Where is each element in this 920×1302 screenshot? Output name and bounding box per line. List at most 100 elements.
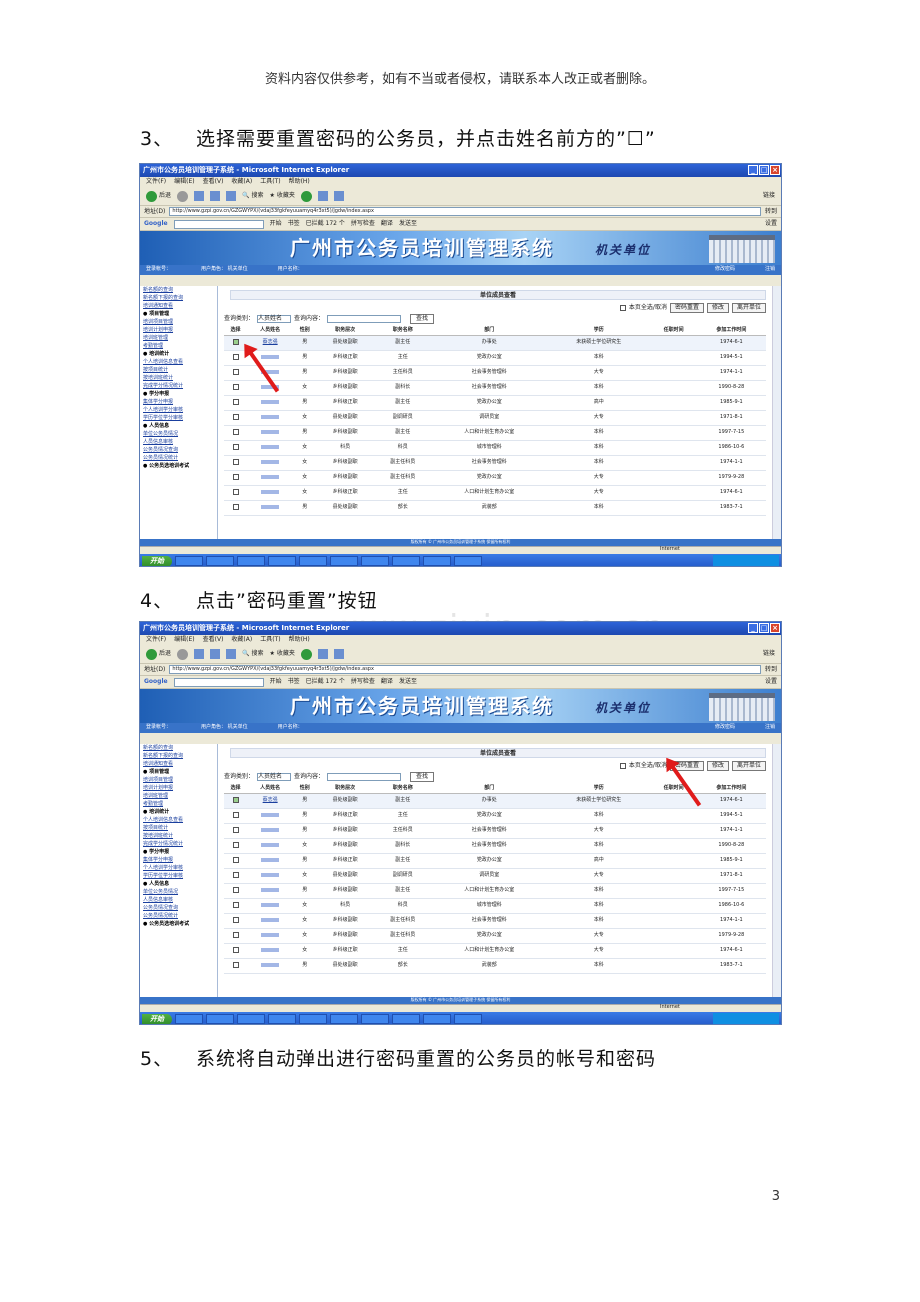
taskbar-item[interactable] [361,556,389,566]
refresh-icon[interactable] [210,649,221,659]
google-sendto[interactable]: 发送至 [399,221,417,227]
vertical-scrollbar[interactable] [772,744,781,997]
close-icon[interactable]: × [770,165,780,175]
person-name-link[interactable] [247,928,294,944]
person-name-link[interactable] [247,808,294,824]
google-popup-blocked[interactable]: 已拦截 172 个 [306,221,345,227]
row-checkbox[interactable] [232,931,239,938]
row-checkbox[interactable] [232,796,239,803]
person-name-link[interactable] [247,868,294,884]
back-button[interactable]: 后退 [146,190,171,202]
taskbar-item[interactable] [268,1014,296,1024]
home-icon[interactable] [226,649,237,659]
address-input[interactable]: http://www.gzpi.gov.cn/GZGWYPX/(vdaj33fg… [169,665,761,674]
maximize-icon[interactable]: □ [759,165,769,175]
search-button[interactable]: 🔍 搜索 [242,651,264,657]
select-all-checkbox[interactable] [619,762,626,769]
minimize-icon[interactable]: _ [748,165,758,175]
back-button[interactable]: 后退 [146,648,171,660]
logout-link[interactable]: 注销 [765,267,775,273]
google-start[interactable]: 开始 [270,679,282,685]
person-name-link[interactable] [247,898,294,914]
taskbar-item[interactable] [423,1014,451,1024]
row-checkbox[interactable] [232,916,239,923]
row-checkbox[interactable] [232,841,239,848]
menu-tools[interactable]: 工具(T) [260,179,280,185]
mail-icon[interactable] [317,191,328,201]
taskbar-item[interactable] [330,556,358,566]
taskbar-item[interactable] [330,1014,358,1024]
row-checkbox[interactable] [232,886,239,893]
start-button[interactable]: 开始 [142,1013,172,1024]
query-type-select[interactable]: 人员姓名 [257,315,292,323]
row-checkbox[interactable] [232,961,239,968]
menu-file[interactable]: 文件(F) [146,637,166,643]
taskbar-item[interactable] [206,556,234,566]
edit-button[interactable]: 修改 [706,760,729,771]
menu-favorites[interactable]: 收藏(A) [231,179,252,185]
menu-view[interactable]: 查看(V) [203,637,224,643]
row-checkbox[interactable] [232,901,239,908]
taskbar-item[interactable] [454,556,482,566]
menu-view[interactable]: 查看(V) [203,179,224,185]
find-button[interactable]: 查找 [410,772,435,782]
row-checkbox[interactable] [232,473,239,480]
query-type-select[interactable]: 人员姓名 [257,773,292,781]
menu-tools[interactable]: 工具(T) [260,637,280,643]
menu-edit[interactable]: 编辑(E) [174,637,194,643]
maximize-icon[interactable]: □ [759,623,769,633]
row-checkbox[interactable] [232,443,239,450]
google-start[interactable]: 开始 [270,221,282,227]
google-search-input[interactable] [173,219,264,229]
person-name-link[interactable] [247,958,294,974]
row-checkbox[interactable] [232,383,239,390]
taskbar-item[interactable] [454,1014,482,1024]
query-content-input[interactable] [327,315,402,323]
favorites-button[interactable]: ★ 收藏夹 [270,651,295,657]
google-search-input[interactable] [173,677,264,687]
minimize-icon[interactable]: _ [748,623,758,633]
stop-icon[interactable] [194,191,205,201]
taskbar-item[interactable] [175,1014,203,1024]
menu-help[interactable]: 帮助(H) [289,637,310,643]
taskbar-item[interactable] [361,1014,389,1024]
forward-button[interactable] [177,648,189,660]
person-name-link[interactable] [247,485,294,501]
person-name-link[interactable] [247,455,294,471]
row-checkbox[interactable] [232,488,239,495]
change-password-link[interactable]: 修改密码 [715,267,735,273]
row-checkbox[interactable] [232,428,239,435]
taskbar-item[interactable] [268,556,296,566]
go-button[interactable]: 转到 [765,208,777,215]
favorites-button[interactable]: ★ 收藏夹 [270,193,295,199]
change-password-link[interactable]: 修改密码 [715,725,735,731]
taskbar-item[interactable] [392,1014,420,1024]
person-name-link[interactable]: 蔡志强 [247,793,294,809]
row-checkbox[interactable] [232,503,239,510]
person-name-link[interactable] [247,410,294,426]
edit-button[interactable]: 修改 [706,302,729,313]
taskbar-item[interactable] [299,556,327,566]
menu-help[interactable]: 帮助(H) [289,179,310,185]
row-checkbox[interactable] [232,338,239,345]
home-icon[interactable] [226,191,237,201]
row-checkbox[interactable] [232,826,239,833]
row-checkbox[interactable] [232,368,239,375]
menu-favorites[interactable]: 收藏(A) [231,637,252,643]
menu-edit[interactable]: 编辑(E) [174,179,194,185]
search-button[interactable]: 🔍 搜索 [242,193,264,199]
row-checkbox[interactable] [232,413,239,420]
person-name-link[interactable] [247,440,294,456]
google-bookmarks[interactable]: 书签 [288,679,300,685]
google-sendto[interactable]: 发送至 [399,679,417,685]
person-name-link[interactable] [247,913,294,929]
settings-button[interactable]: 设置 [765,221,777,227]
links-label[interactable]: 链接 [763,651,775,657]
person-name-link[interactable] [247,853,294,869]
close-icon[interactable]: × [770,623,780,633]
vertical-scrollbar[interactable] [772,286,781,539]
taskbar-item[interactable] [237,556,265,566]
print-icon[interactable] [333,191,344,201]
reset-password-button[interactable]: 密码重置 [669,302,704,313]
google-spellcheck[interactable]: 拼写检查 [351,221,375,227]
